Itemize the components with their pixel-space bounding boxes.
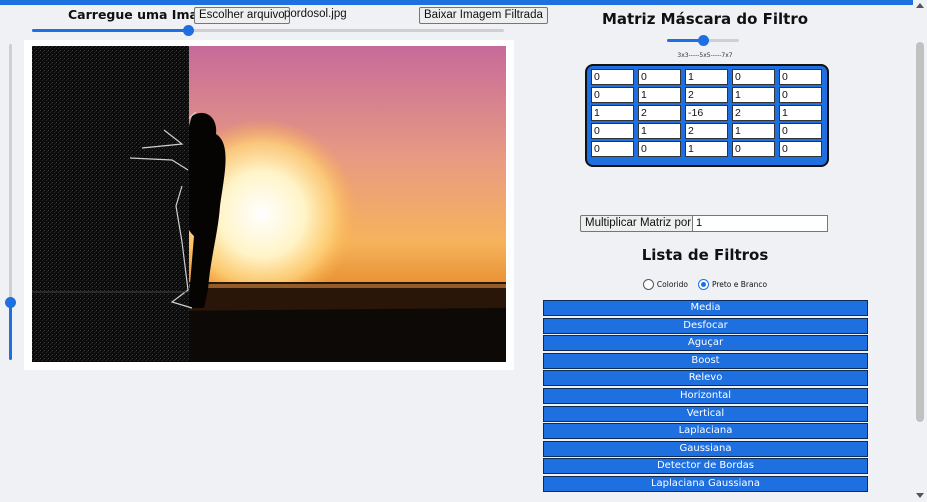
matrix-size-slider[interactable] — [667, 35, 739, 46]
matrix-cell-input[interactable]: 2 — [638, 105, 681, 121]
filter-button[interactable]: Detector de Bordas — [543, 458, 868, 475]
matrix-cell-input[interactable]: 0 — [591, 87, 634, 103]
matrix-row: 01210 — [591, 123, 823, 139]
matrix-cell-input[interactable]: 1 — [638, 87, 681, 103]
matrix-cell-input[interactable]: 2 — [685, 123, 728, 139]
slider-fill — [32, 29, 188, 32]
radio-colorido-label: Colorido — [656, 280, 688, 289]
matrix-grid: 0 0 1 0 0 0 1 2 1 0 1 2 -16 2 1 0 1 2 1 0 0 0 1 0 0 — [585, 64, 829, 167]
matrix-cell-input[interactable]: 1 — [685, 69, 728, 85]
slider-thumb[interactable] — [182, 25, 194, 36]
multiply-factor-input[interactable]: 1 — [692, 215, 828, 232]
filter-button[interactable]: Gaussiana — [543, 440, 868, 457]
image-preview — [32, 46, 506, 362]
scroll-up-icon[interactable] — [916, 3, 924, 8]
filter-button[interactable]: Laplaciana — [543, 423, 868, 440]
scroll-thumb[interactable] — [916, 42, 924, 422]
matrix-cell-input[interactable]: 0 — [779, 141, 822, 157]
matrix-row: 01210 — [591, 87, 823, 103]
matrix-cell-input[interactable]: 1 — [732, 123, 775, 139]
matrix-cell-input[interactable]: -16 — [685, 105, 728, 121]
slider-fill — [9, 303, 12, 360]
matrix-cell-input[interactable]: 0 — [591, 141, 634, 157]
filter-split-slider[interactable] — [32, 25, 504, 36]
matrix-cell-input[interactable]: 0 — [591, 123, 634, 139]
filter-button[interactable]: Media — [543, 300, 868, 316]
radio-preto-branco[interactable] — [697, 279, 709, 290]
filter-button[interactable]: Desfocar — [543, 317, 868, 334]
scroll-down-icon[interactable] — [916, 493, 924, 498]
matrix-row: 00100 — [591, 141, 823, 157]
matrix-cell-input[interactable]: 0 — [779, 69, 822, 85]
matrix-cell-input[interactable]: 0 — [638, 69, 681, 85]
filter-button[interactable]: Relevo — [543, 370, 868, 387]
matrix-title: Matriz Máscara do Filtro — [601, 10, 809, 28]
slider-thumb[interactable] — [5, 297, 16, 309]
matrix-cell-input[interactable]: 0 — [732, 141, 775, 157]
matrix-cell-input[interactable]: 2 — [732, 105, 775, 121]
radio-colorido[interactable] — [642, 279, 654, 290]
matrix-cell-input[interactable]: 2 — [685, 87, 728, 103]
matrix-size-ticks: 3x3-----5x5-----7x7 — [677, 52, 733, 59]
page-scrollbar[interactable] — [913, 0, 927, 502]
filter-button[interactable]: Aguçar — [543, 335, 868, 352]
matrix-cell-input[interactable]: 1 — [779, 105, 822, 121]
matrix-cell-input[interactable]: 0 — [732, 69, 775, 85]
radio-preto-branco-label: Preto e Branco — [711, 280, 768, 289]
matrix-cell-input[interactable]: 1 — [732, 87, 775, 103]
slider-thumb[interactable] — [698, 35, 709, 46]
filter-list: Media Desfocar Aguçar Boost Relevo Horizontal… — [543, 300, 868, 494]
top-accent-bar — [0, 0, 913, 5]
matrix-cell-input[interactable]: 1 — [638, 123, 681, 139]
download-filtered-image-button[interactable]: Baixar Imagem Filtrada — [419, 7, 548, 24]
matrix-cell-input[interactable]: 0 — [779, 123, 822, 139]
matrix-cell-input[interactable]: 1 — [591, 105, 634, 121]
filters-title: Lista de Filtros — [641, 246, 769, 264]
matrix-cell-input[interactable]: 0 — [638, 141, 681, 157]
filter-button[interactable]: Boost — [543, 352, 868, 369]
choose-file-button[interactable]: Escolher arquivo — [194, 7, 290, 24]
matrix-cell-input[interactable]: 0 — [779, 87, 822, 103]
matrix-row: 1 2 -16 2 1 — [591, 105, 823, 121]
file-name: pordosol.jpg — [284, 8, 347, 20]
matrix-row: 00100 — [591, 69, 823, 85]
color-mode-radio-group: Colorido Preto e Branco — [543, 279, 867, 290]
matrix-cell-input[interactable]: 0 — [591, 69, 634, 85]
filter-button[interactable]: Laplaciana Gaussiana — [543, 475, 868, 492]
filter-button[interactable]: Vertical — [543, 405, 868, 422]
multiply-matrix-button[interactable]: Multiplicar Matriz por: — [580, 215, 700, 232]
filter-button[interactable]: Horizontal — [543, 387, 868, 404]
matrix-cell-input[interactable]: 1 — [685, 141, 728, 157]
vertical-slider[interactable] — [5, 44, 16, 360]
image-canvas[interactable] — [24, 40, 514, 370]
